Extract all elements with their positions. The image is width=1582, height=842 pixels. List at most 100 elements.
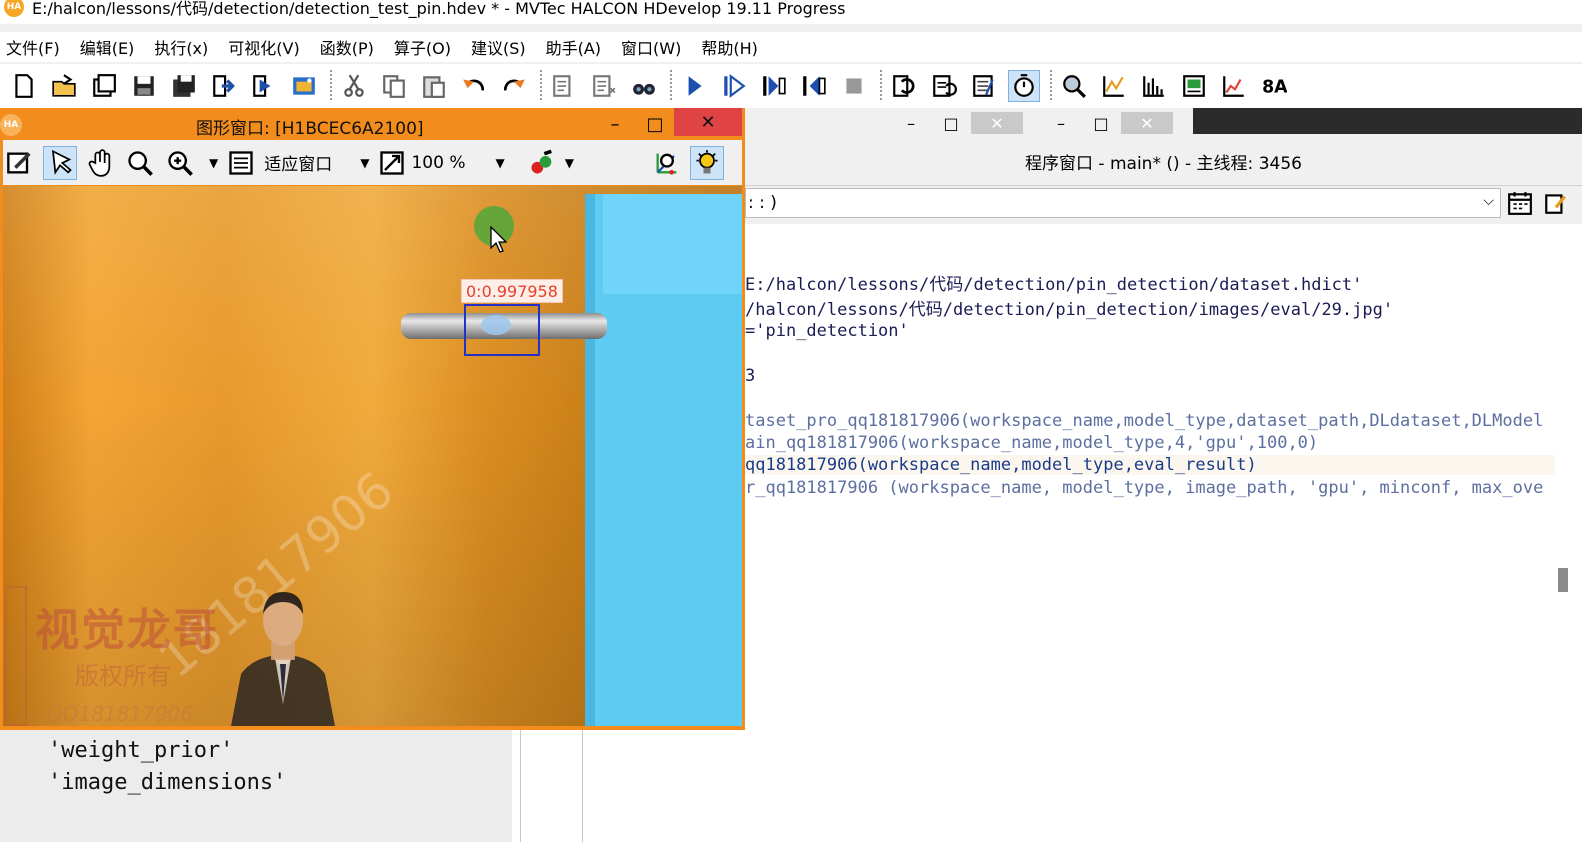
variable-value[interactable]: 'weight_prior'	[48, 738, 233, 763]
maximize-button[interactable]: □	[1075, 112, 1127, 134]
toolbar-separator	[540, 70, 542, 102]
close-button[interactable]: ✕	[1121, 112, 1173, 134]
line-profile-icon[interactable]	[1098, 70, 1130, 102]
watermark-title: 视觉龙哥	[35, 605, 219, 656]
feature-histogram-icon[interactable]	[1138, 70, 1170, 102]
paste-icon[interactable]	[418, 70, 450, 102]
close-button[interactable]: ✕	[674, 108, 742, 136]
graphics-window-toolbar: ▼ 适应窗口 ▼ 100 % ▼ ▼	[3, 140, 742, 185]
menu-assistants[interactable]: 助手(A)	[546, 35, 601, 59]
zoom-in-icon[interactable]	[163, 146, 197, 180]
reset-program-icon[interactable]	[888, 70, 920, 102]
graphics-window-titlebar[interactable]: HA 图形窗口: [H1BCEC6A2100] – □ ✕	[0, 108, 745, 140]
pointer-icon[interactable]	[43, 145, 77, 180]
reset-procedure-icon[interactable]	[928, 70, 960, 102]
code-line[interactable]: 3	[745, 366, 755, 386]
deactivate-line-icon[interactable]	[588, 70, 620, 102]
menu-help[interactable]: 帮助(H)	[701, 35, 758, 59]
chevron-down-icon[interactable]: ▼	[209, 156, 218, 170]
step-out-icon[interactable]	[798, 70, 830, 102]
maximize-button[interactable]: □	[640, 112, 670, 136]
lightbulb-icon[interactable]	[689, 145, 724, 180]
procedure-selector[interactable]: : : ) ⌵	[745, 188, 1501, 218]
code-line[interactable]: taset_pro_qq181817906(workspace_name,mod…	[745, 411, 1543, 431]
profiler-icon[interactable]	[968, 70, 1000, 102]
chevron-down-icon[interactable]: ▼	[360, 156, 369, 170]
code-line[interactable]: r_qq181817906 (workspace_name, model_typ…	[745, 478, 1543, 498]
cut-icon[interactable]	[338, 70, 370, 102]
copy-icon[interactable]	[378, 70, 410, 102]
feature-inspection-icon[interactable]	[1178, 70, 1210, 102]
import-icon[interactable]	[208, 70, 240, 102]
coordinate-icon[interactable]	[650, 146, 684, 180]
code-line[interactable]: ='pin_detection'	[745, 321, 909, 341]
zoom-factor-icon[interactable]	[375, 146, 409, 180]
watermark-rights: 版权所有	[75, 662, 171, 690]
step-over-icon[interactable]	[718, 70, 750, 102]
color-icon[interactable]	[525, 146, 559, 180]
hand-icon[interactable]	[83, 146, 117, 180]
stop-icon[interactable]	[838, 70, 870, 102]
ocr-icon[interactable]: 8A	[1258, 70, 1290, 102]
code-line-current[interactable]: qq181817906(workspace_name,model_type,ev…	[745, 455, 1555, 475]
connector-edge	[585, 194, 595, 726]
panel-divider	[582, 730, 583, 842]
menu-visualization[interactable]: 可视化(V)	[228, 35, 299, 59]
toolbar-separator	[880, 70, 882, 102]
maximize-button[interactable]: □	[925, 112, 977, 134]
code-line[interactable]: /halcon/lessons/代码/detection/pin_detecti…	[745, 295, 1393, 320]
graphics-window-title: 图形窗口: [H1BCEC6A2100]	[196, 119, 424, 139]
close-button[interactable]: ✕	[971, 112, 1023, 134]
variable-value[interactable]: 'image_dimensions'	[48, 770, 286, 795]
chevron-down-icon[interactable]: ⌵	[1483, 193, 1494, 209]
scrollbar-thumb[interactable]	[1558, 568, 1568, 592]
new-file-icon[interactable]	[8, 70, 40, 102]
gray-histogram-icon[interactable]	[1058, 70, 1090, 102]
fit-window-label[interactable]: 适应窗口	[264, 150, 332, 175]
chevron-down-icon[interactable]: ▼	[565, 156, 574, 170]
step-into-icon[interactable]	[758, 70, 790, 102]
menu-bar: 文件(F) 编辑(E) 执行(x) 可视化(V) 函数(P) 算子(O) 建议(…	[0, 32, 1582, 62]
chevron-down-icon[interactable]: ▼	[495, 156, 504, 170]
redo-icon[interactable]	[498, 70, 530, 102]
save-all-icon[interactable]	[168, 70, 200, 102]
menu-operators[interactable]: 算子(O)	[394, 35, 451, 59]
mouse-cursor-icon	[490, 226, 508, 253]
program-code-editor[interactable]: E:/halcon/lessons/代码/detection/pin_detec…	[745, 224, 1582, 842]
procedure-selector-value: : : )	[748, 193, 777, 213]
save-icon[interactable]	[128, 70, 160, 102]
minimize-button[interactable]: –	[600, 112, 630, 136]
detection-score-label: 0:0.997958	[461, 279, 563, 303]
graphics-window-image[interactable]: 0:0.997958 181817906 视觉龙哥 版权所有 QQ1818179…	[3, 186, 742, 726]
timer-icon[interactable]	[1008, 70, 1040, 102]
find-icon[interactable]	[628, 70, 660, 102]
activate-line-icon[interactable]	[548, 70, 580, 102]
dark-tab-region	[1193, 108, 1582, 134]
program-window-tab-strip: – □ ✕ – □ ✕	[745, 108, 1582, 138]
magnify-icon[interactable]	[123, 146, 157, 180]
measure-icon[interactable]	[1218, 70, 1250, 102]
open-file-icon[interactable]	[48, 70, 80, 102]
menu-edit[interactable]: 编辑(E)	[80, 35, 135, 59]
presenter-photo	[231, 592, 335, 726]
edit-procedure-icon[interactable]	[1543, 190, 1569, 216]
variable-window: 'weight_prior' 'image_dimensions'	[0, 730, 512, 842]
edit-icon[interactable]	[3, 146, 37, 180]
menu-execute[interactable]: 执行(x)	[154, 35, 208, 59]
menu-procedures[interactable]: 函数(P)	[320, 35, 374, 59]
undo-icon[interactable]	[458, 70, 490, 102]
detection-bounding-box	[464, 304, 540, 356]
menu-file[interactable]: 文件(F)	[6, 35, 60, 59]
watermark-vertical-seal	[5, 586, 27, 726]
image-acquisition-icon[interactable]	[288, 70, 320, 102]
run-icon[interactable]	[678, 70, 710, 102]
zoom-value[interactable]: 100 %	[411, 153, 465, 173]
fit-window-icon[interactable]	[224, 146, 258, 180]
menu-suggestions[interactable]: 建议(S)	[471, 35, 526, 59]
code-line[interactable]: E:/halcon/lessons/代码/detection/pin_detec…	[745, 270, 1362, 295]
open-window-icon[interactable]	[88, 70, 120, 102]
menu-window[interactable]: 窗口(W)	[621, 35, 681, 59]
calendar-icon[interactable]	[1507, 190, 1533, 216]
code-line[interactable]: ain_qq181817906(workspace_name,model_typ…	[745, 433, 1318, 453]
export-icon[interactable]	[248, 70, 280, 102]
